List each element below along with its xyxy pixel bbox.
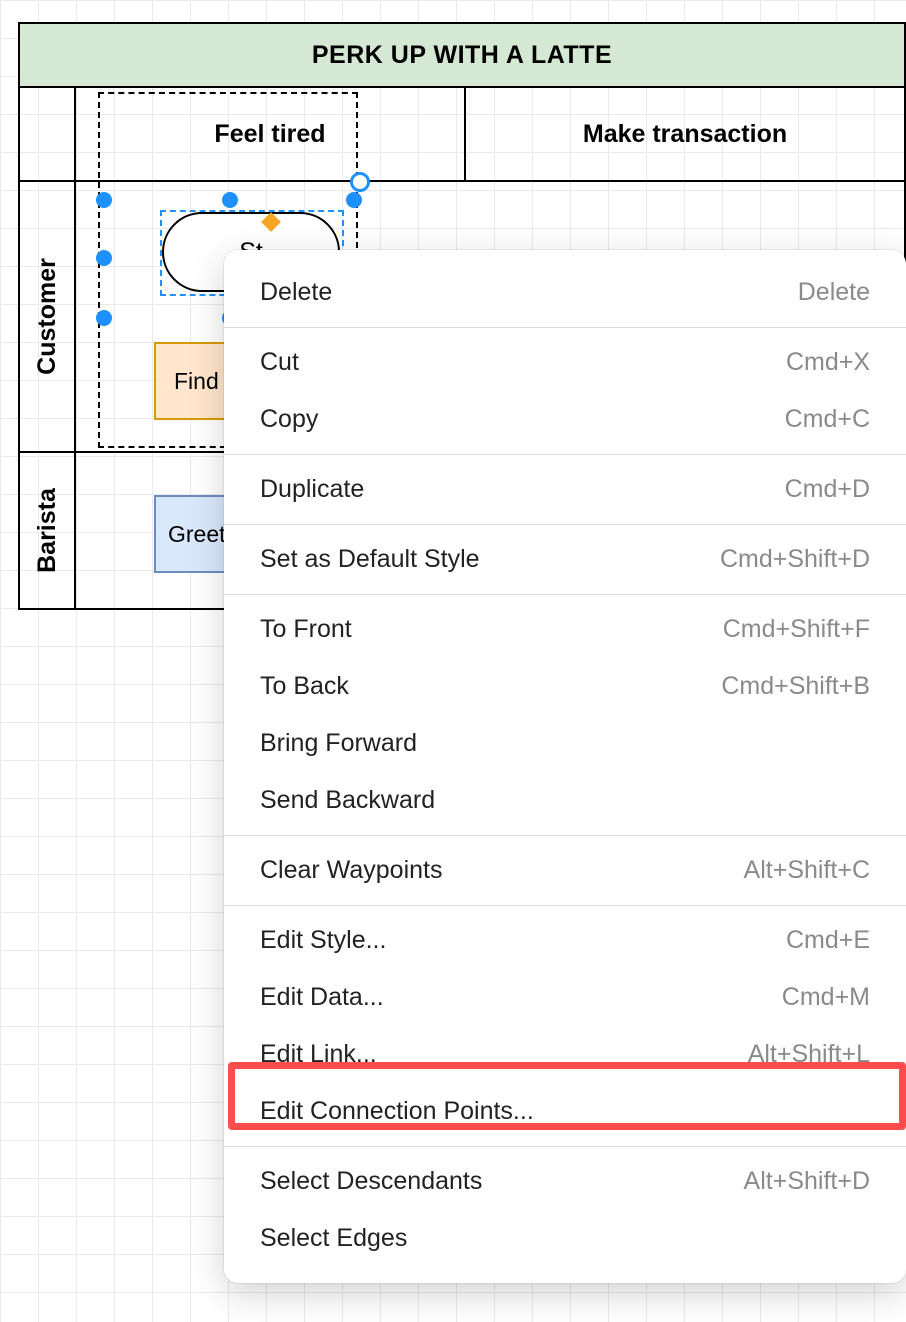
pool-title[interactable]: PERK UP WITH A LATTE <box>20 24 904 88</box>
menu-item-shortcut: Cmd+Shift+B <box>721 672 870 701</box>
menu-item-label: To Front <box>260 615 352 644</box>
menu-separator <box>224 835 906 836</box>
menu-separator <box>224 524 906 525</box>
menu-item-label: Copy <box>260 405 318 434</box>
menu-item-label: Set as Default Style <box>260 545 480 574</box>
selection-handle[interactable] <box>96 192 112 208</box>
menu-item-set-as-default-style[interactable]: Set as Default Style Cmd+Shift+D <box>224 531 906 588</box>
lane-label-text: Customer <box>33 258 62 375</box>
menu-item-shortcut: Alt+Shift+L <box>748 1040 870 1069</box>
menu-item-label: To Back <box>260 672 349 701</box>
phase-label: Make transaction <box>583 120 787 149</box>
menu-item-clear-waypoints[interactable]: Clear Waypoints Alt+Shift+C <box>224 842 906 899</box>
menu-item-shortcut: Cmd+D <box>785 475 870 504</box>
menu-item-label: Delete <box>260 278 332 307</box>
menu-separator <box>224 454 906 455</box>
menu-item-label: Clear Waypoints <box>260 856 442 885</box>
menu-separator <box>224 905 906 906</box>
selection-handle[interactable] <box>222 192 238 208</box>
menu-item-label: Select Descendants <box>260 1167 482 1196</box>
phase-spacer <box>20 88 76 180</box>
menu-item-shortcut: Cmd+X <box>786 348 870 377</box>
menu-item-copy[interactable]: Copy Cmd+C <box>224 391 906 448</box>
menu-item-label: Send Backward <box>260 786 435 815</box>
menu-item-label: Edit Data... <box>260 983 384 1012</box>
menu-item-send-backward[interactable]: Send Backward <box>224 772 906 829</box>
phase-feel-tired[interactable]: Feel tired <box>76 88 464 180</box>
menu-item-shortcut: Alt+Shift+D <box>744 1167 870 1196</box>
menu-item-cut[interactable]: Cut Cmd+X <box>224 334 906 391</box>
menu-item-edit-data[interactable]: Edit Data... Cmd+M <box>224 969 906 1026</box>
menu-item-to-front[interactable]: To Front Cmd+Shift+F <box>224 601 906 658</box>
menu-item-shortcut: Cmd+Shift+D <box>720 545 870 574</box>
diagram-canvas[interactable]: PERK UP WITH A LATTE Feel tired Make tra… <box>0 0 906 1322</box>
selection-handle[interactable] <box>96 310 112 326</box>
menu-item-label: Cut <box>260 348 299 377</box>
menu-item-label: Duplicate <box>260 475 364 504</box>
menu-item-shortcut: Cmd+Shift+F <box>723 615 870 644</box>
menu-item-shortcut: Cmd+C <box>785 405 870 434</box>
phase-make-transaction[interactable]: Make transaction <box>464 88 904 180</box>
menu-item-label: Edit Link... <box>260 1040 377 1069</box>
menu-item-select-descendants[interactable]: Select Descendants Alt+Shift+D <box>224 1153 906 1210</box>
menu-separator <box>224 594 906 595</box>
menu-item-edit-style[interactable]: Edit Style... Cmd+E <box>224 912 906 969</box>
menu-item-select-edges[interactable]: Select Edges <box>224 1210 906 1267</box>
menu-separator <box>224 1146 906 1147</box>
menu-item-edit-connection-points[interactable]: Edit Connection Points... <box>224 1083 906 1140</box>
lane-label-customer[interactable]: Customer <box>20 182 76 451</box>
selection-handle[interactable] <box>346 192 362 208</box>
menu-item-duplicate[interactable]: Duplicate Cmd+D <box>224 461 906 518</box>
menu-item-label: Bring Forward <box>260 729 417 758</box>
selection-handle[interactable] <box>96 250 112 266</box>
menu-item-shortcut: Cmd+M <box>782 983 870 1012</box>
lane-label-text: Barista <box>33 488 62 573</box>
pool-title-text: PERK UP WITH A LATTE <box>312 41 612 70</box>
menu-item-label: Edit Connection Points... <box>260 1097 534 1126</box>
phase-header-row: Feel tired Make transaction <box>20 88 904 182</box>
menu-item-label: Select Edges <box>260 1224 407 1253</box>
context-menu[interactable]: Delete Delete Cut Cmd+X Copy Cmd+C Duplicate Cm… <box>224 250 906 1283</box>
lane-label-barista[interactable]: Barista <box>20 453 76 608</box>
menu-item-delete[interactable]: Delete Delete <box>224 264 906 321</box>
menu-item-shortcut: Alt+Shift+C <box>744 856 870 885</box>
shape-find-text: Find <box>174 368 219 395</box>
menu-item-shortcut: Delete <box>798 278 870 307</box>
menu-separator <box>224 327 906 328</box>
menu-item-label: Edit Style... <box>260 926 386 955</box>
menu-item-bring-forward[interactable]: Bring Forward <box>224 715 906 772</box>
menu-item-shortcut: Cmd+E <box>786 926 870 955</box>
menu-item-edit-link[interactable]: Edit Link... Alt+Shift+L <box>224 1026 906 1083</box>
menu-item-to-back[interactable]: To Back Cmd+Shift+B <box>224 658 906 715</box>
phase-label: Feel tired <box>214 120 325 149</box>
